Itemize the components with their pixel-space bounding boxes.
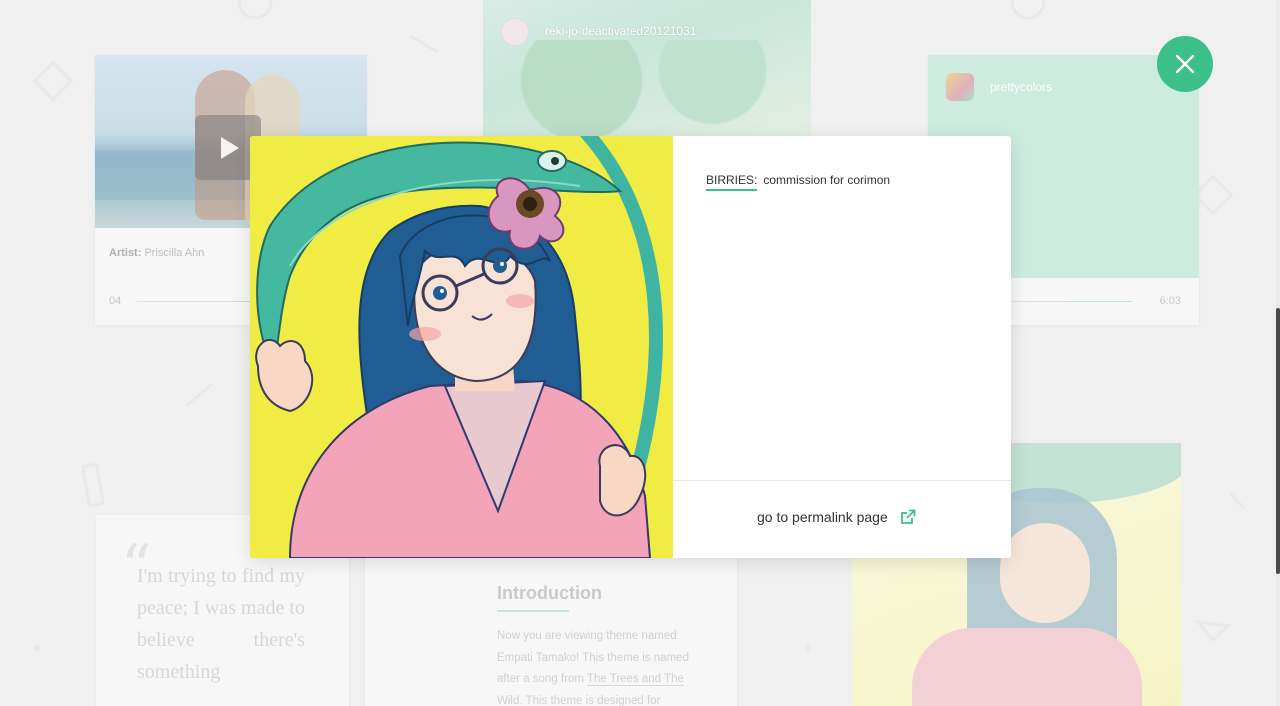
quote-text: I'm trying to find my peace; I was made …	[137, 565, 305, 683]
divider	[673, 480, 1011, 481]
reblog-username[interactable]: prettycolors	[990, 80, 1052, 94]
track-number: 04	[109, 295, 122, 307]
artist-name: Priscilla Ahn	[144, 247, 205, 259]
intro-body: Now you are viewing theme named Empati T…	[497, 626, 707, 706]
photo-post-card: reki-jo-deactivated20121031	[483, 0, 811, 140]
post-caption: BIRRIES: commission for corimon	[706, 173, 891, 191]
lightbox-sidebar: BIRRIES: commission for corimon go to per…	[673, 136, 1011, 558]
caption-username[interactable]: BIRRIES:	[706, 173, 758, 191]
intro-text-2: . This theme is designed for	[519, 694, 661, 706]
lightbox-image	[250, 136, 673, 558]
reblog-username[interactable]: reki-jo-deactivated20121031	[545, 24, 696, 38]
scrollbar-thumb[interactable]	[1276, 308, 1280, 574]
permalink-label: go to permalink page	[757, 509, 888, 525]
title-underline	[497, 610, 569, 612]
caption-text: commission for corimon	[763, 173, 891, 187]
artist-line: Artist: Priscilla Ahn	[109, 247, 204, 259]
avatar[interactable]	[946, 73, 974, 101]
avatar[interactable]	[501, 18, 529, 46]
track-duration: 6:03	[1159, 295, 1181, 307]
permalink-link[interactable]: go to permalink page	[757, 509, 916, 525]
close-button[interactable]	[1157, 36, 1213, 92]
external-link-icon	[900, 509, 916, 525]
close-icon	[1175, 54, 1195, 74]
illustration	[250, 136, 673, 558]
intro-post-card: Introduction Now you are viewing theme n…	[365, 553, 737, 706]
intro-title: Introduction	[497, 583, 602, 603]
track-progress-bar[interactable]	[1008, 301, 1132, 302]
lightbox-modal: BIRRIES: commission for corimon go to per…	[250, 136, 1011, 558]
artist-label: Artist:	[109, 247, 142, 259]
